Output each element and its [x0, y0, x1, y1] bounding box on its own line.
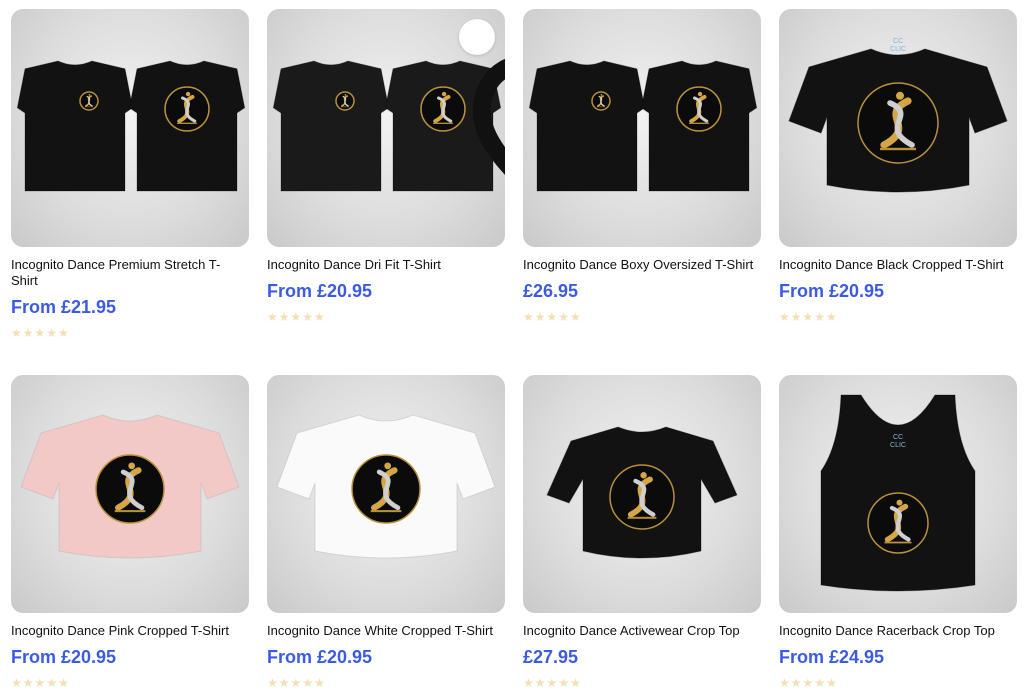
- favorite-button[interactable]: [459, 19, 505, 175]
- product-card[interactable]: Incognito Dance Pink Cropped T-Shirt Fro…: [11, 375, 249, 689]
- product-price: From £21.95: [11, 297, 117, 317]
- product-card[interactable]: Incognito Dance Premium Stretch T-Shirt …: [11, 9, 249, 339]
- product-title[interactable]: Incognito Dance Boxy Oversized T-Shirt: [523, 257, 755, 273]
- rating-stars: ★★★★★: [267, 676, 326, 690]
- dance-logo: [591, 91, 611, 111]
- rating-stars: ★★★★★: [11, 326, 70, 340]
- product-price: £26.95: [523, 281, 579, 301]
- product-image[interactable]: CC CLIC: [779, 9, 1017, 247]
- product-card[interactable]: Incognito Dance White Cropped T-Shirt Fr…: [267, 375, 505, 689]
- product-card[interactable]: CC CLIC Incognito Dance Black Cropped T-…: [779, 9, 1017, 323]
- product-title[interactable]: Incognito Dance White Cropped T-Shirt: [267, 623, 499, 639]
- product-illustration: CC CLIC: [788, 38, 1008, 193]
- product-image[interactable]: [267, 9, 505, 247]
- product-title[interactable]: Incognito Dance Activewear Crop Top: [523, 623, 755, 639]
- product-title[interactable]: Incognito Dance Racerback Crop Top: [779, 623, 1011, 639]
- product-price: From £20.95: [779, 281, 885, 301]
- product-illustration: [276, 414, 496, 559]
- product-illustration: [528, 60, 758, 192]
- tshirt-shape: [528, 60, 646, 192]
- rating-stars: ★★★★★: [779, 310, 838, 324]
- rating-stars: ★★★★★: [523, 676, 582, 690]
- rating-stars: ★★★★★: [11, 676, 70, 690]
- dance-logo: [79, 91, 99, 111]
- svg-text:CC: CC: [893, 38, 903, 45]
- product-image[interactable]: [11, 375, 249, 613]
- product-image[interactable]: [523, 9, 761, 247]
- product-grid: Incognito Dance Premium Stretch T-Shirt …: [0, 0, 1024, 700]
- dance-logo: [95, 454, 165, 524]
- product-card[interactable]: Incognito Dance Boxy Oversized T-Shirt £…: [523, 9, 761, 323]
- product-card[interactable]: Incognito Dance Dri Fit T-Shirt From £20…: [267, 9, 505, 323]
- product-price: From £20.95: [267, 281, 373, 301]
- product-illustration: [20, 414, 240, 559]
- product-price: £27.95: [523, 647, 579, 667]
- dance-logo: [867, 492, 929, 554]
- dance-logo: [609, 464, 675, 530]
- product-price: From £24.95: [779, 647, 885, 667]
- product-illustration: [546, 426, 738, 559]
- product-image[interactable]: [11, 9, 249, 247]
- dance-logo: [335, 91, 355, 111]
- rating-stars: ★★★★★: [523, 310, 582, 324]
- product-price: From £20.95: [267, 647, 373, 667]
- product-illustration: CC CLIC: [820, 394, 976, 592]
- product-card[interactable]: Incognito Dance Activewear Crop Top £27.…: [523, 375, 761, 689]
- tshirt-shape: [16, 60, 134, 192]
- dance-logo: [676, 86, 722, 132]
- product-title[interactable]: Incognito Dance Pink Cropped T-Shirt: [11, 623, 243, 639]
- dance-logo: [857, 82, 939, 164]
- product-illustration: [16, 60, 246, 192]
- product-image[interactable]: [267, 375, 505, 613]
- product-title[interactable]: Incognito Dance Dri Fit T-Shirt: [267, 257, 499, 273]
- product-image[interactable]: CC CLIC: [779, 375, 1017, 613]
- product-title[interactable]: Incognito Dance Premium Stretch T-Shirt: [11, 257, 243, 289]
- svg-text:CLIC: CLIC: [890, 46, 906, 53]
- rating-stars: ★★★★★: [779, 676, 838, 690]
- brand-tag: CC CLIC: [890, 38, 906, 53]
- product-price: From £20.95: [11, 647, 117, 667]
- dance-logo: [351, 454, 421, 524]
- svg-text:CLIC: CLIC: [890, 442, 906, 449]
- tshirt-shape: [272, 60, 390, 192]
- dance-logo: [164, 86, 210, 132]
- svg-text:CC: CC: [893, 434, 903, 441]
- rating-stars: ★★★★★: [267, 310, 326, 324]
- product-card[interactable]: CC CLIC Incognito Dance Racerback Crop T…: [779, 375, 1017, 689]
- product-title[interactable]: Incognito Dance Black Cropped T-Shirt: [779, 257, 1011, 273]
- product-image[interactable]: [523, 375, 761, 613]
- heart-icon: [472, 58, 505, 175]
